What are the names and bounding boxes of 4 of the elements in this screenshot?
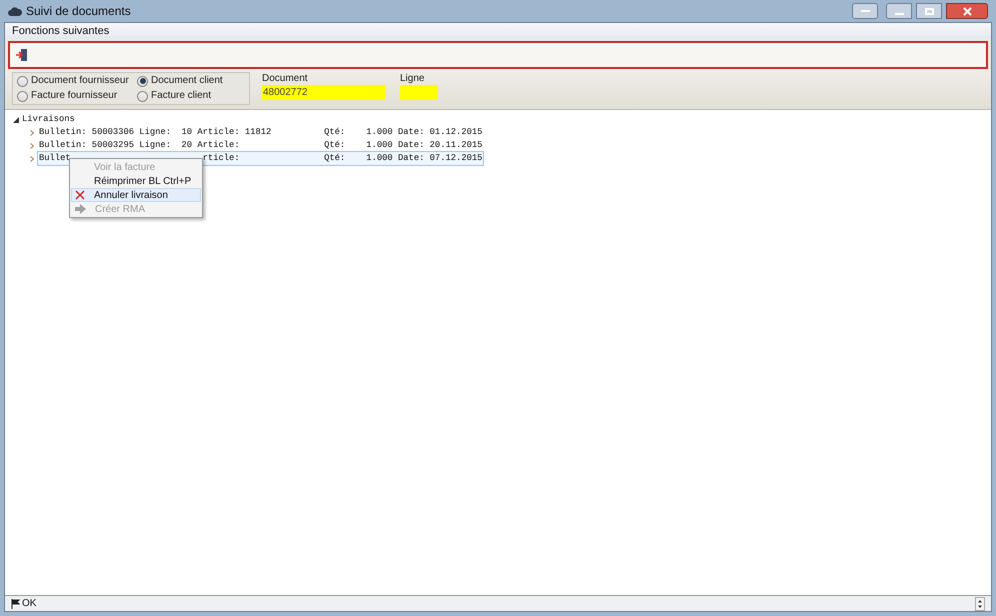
status-text: OK [22,597,36,611]
field-label: Document [262,72,309,85]
window-title: Suivi de documents [26,3,131,20]
field-label: Ligne [400,72,426,85]
